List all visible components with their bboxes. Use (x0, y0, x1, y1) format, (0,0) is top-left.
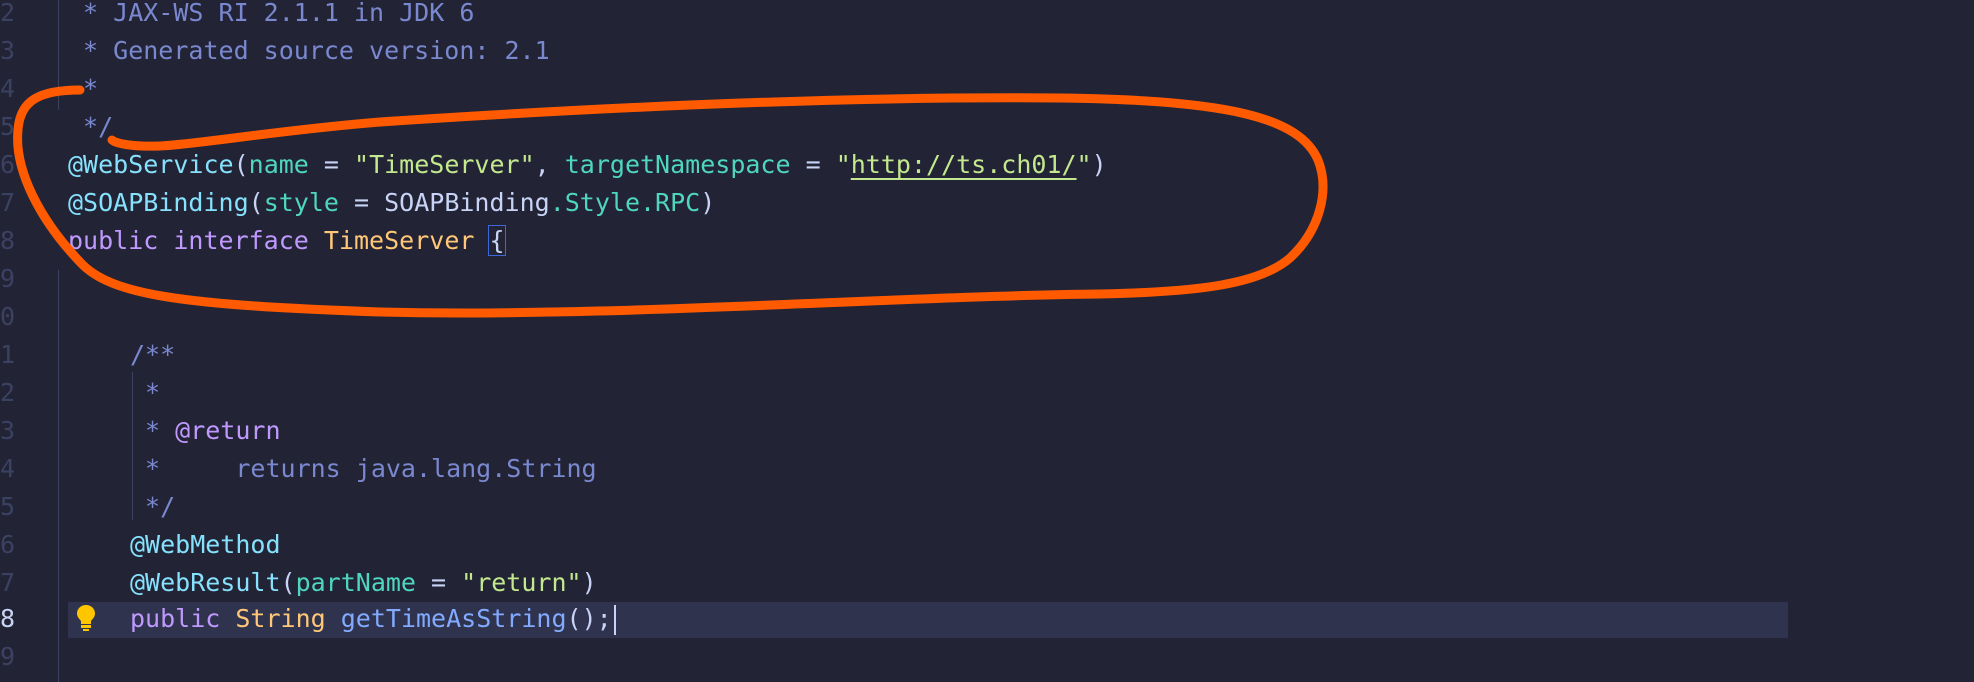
punctuation: ) (700, 188, 716, 217)
line-number: 9 (0, 642, 16, 671)
punctuation: ) (581, 568, 597, 597)
code-line[interactable]: 9 (0, 260, 1974, 298)
code-line[interactable]: 1 /** (0, 336, 1974, 374)
code-line[interactable]: 6 @WebMethod (0, 526, 1974, 564)
attribute-token: targetNamespace (564, 150, 791, 179)
brace-match: { (488, 225, 506, 256)
code-text: public interface TimeServer { (68, 222, 506, 260)
line-number: 1 (0, 340, 16, 369)
keyword-token: public (68, 226, 159, 255)
code-line[interactable]: 7 @WebResult(partName = "return") (0, 564, 1974, 602)
code-line[interactable]: 6 @WebService(name = "TimeServer", targe… (0, 146, 1974, 184)
text-cursor (613, 605, 616, 635)
code-line[interactable]: 3 * Generated source version: 2.1 (0, 32, 1974, 70)
attribute-token: style (263, 188, 339, 217)
comment-text: * JAX-WS RI 2.1.1 in JDK 6 (68, 0, 475, 27)
comment-text: * returns java.lang.String (130, 450, 597, 488)
attribute-token: name (248, 150, 309, 179)
line-number: 4 (0, 454, 16, 483)
line-number: 6 (0, 150, 16, 179)
comment-text: * Generated source version: 2.1 (68, 36, 550, 65)
code-line[interactable]: 2 * (0, 374, 1974, 412)
string-token: " (1076, 150, 1092, 179)
code-text: * @return (130, 412, 281, 450)
line-number: 0 (0, 302, 16, 331)
code-line[interactable]: 4 * (0, 70, 1974, 108)
comment-text: * (130, 378, 161, 407)
line-number: 7 (0, 188, 16, 217)
line-number: 4 (0, 74, 16, 103)
code-line[interactable]: 9 (0, 638, 1974, 676)
enum-token: .Style.RPC (549, 188, 701, 217)
punctuation: = (308, 150, 355, 179)
type-token: String (235, 604, 326, 633)
code-text: @WebService(name = "TimeServer", targetN… (68, 146, 1107, 184)
javadoc-tag: @return (175, 416, 281, 445)
comment-text: * (68, 74, 99, 103)
line-number: 9 (0, 264, 16, 293)
string-token: "return" (461, 568, 582, 597)
annotation-token: @WebMethod (130, 530, 281, 559)
line-number: 3 (0, 416, 16, 445)
comment-text: returns java.lang.String (235, 454, 597, 483)
type-token: TimeServer (323, 226, 475, 255)
code-line[interactable]: 0 (0, 298, 1974, 336)
code-text: @SOAPBinding(style = SOAPBinding.Style.R… (68, 184, 715, 222)
annotation-token: @WebResult (130, 568, 281, 597)
code-editor[interactable]: 2 * JAX-WS RI 2.1.1 in JDK 6 3 * Generat… (0, 0, 1974, 682)
code-line[interactable]: 5 */ (0, 108, 1974, 146)
line-number: 6 (0, 530, 16, 559)
code-text: public String getTimeAsString(); (130, 600, 616, 638)
code-line[interactable]: 8 public interface TimeServer { (0, 222, 1974, 260)
comment-text: * (130, 416, 176, 445)
punctuation: ( (233, 150, 249, 179)
code-line-current[interactable]: 8 public String getTimeAsString(); (0, 600, 1974, 638)
attribute-token: partName (295, 568, 416, 597)
line-number: 2 (0, 0, 16, 27)
code-line[interactable]: 4 * returns java.lang.String (0, 450, 1974, 488)
comment-text: */ (68, 112, 114, 141)
line-number: 5 (0, 112, 16, 141)
string-token: " (835, 150, 851, 179)
lightbulb-icon[interactable] (76, 604, 96, 632)
annotation-token: @WebService (68, 150, 234, 179)
punctuation: ( (280, 568, 296, 597)
line-number: 8 (0, 226, 16, 255)
annotation-token: @SOAPBinding (68, 188, 249, 217)
code-line[interactable]: 7 @SOAPBinding(style = SOAPBinding.Style… (0, 184, 1974, 222)
line-number: 3 (0, 36, 16, 65)
punctuation: , (534, 150, 565, 179)
punctuation: = (338, 188, 385, 217)
punctuation: ) (1091, 150, 1107, 179)
code-line[interactable]: 2 * JAX-WS RI 2.1.1 in JDK 6 (0, 0, 1974, 32)
line-number: 5 (0, 492, 16, 521)
code-line[interactable]: 5 */ (0, 488, 1974, 526)
comment-text: */ (130, 492, 176, 521)
punctuation: = (790, 150, 836, 179)
string-token: "TimeServer" (354, 150, 535, 179)
keyword-token: interface (173, 226, 309, 255)
method-token: getTimeAsString (340, 604, 567, 633)
class-token: SOAPBinding (384, 188, 550, 217)
punctuation: ( (248, 188, 264, 217)
comment-text: /** (130, 340, 176, 369)
punctuation: (); (566, 604, 612, 633)
code-text: @WebResult(partName = "return") (130, 564, 597, 602)
code-line[interactable]: 3 * @return (0, 412, 1974, 450)
punctuation: = (416, 568, 462, 597)
line-number: 2 (0, 378, 16, 407)
line-number: 8 (0, 604, 16, 633)
keyword-token: public (130, 604, 221, 633)
comment-text: * (130, 454, 236, 483)
line-number: 7 (0, 568, 16, 597)
url-link[interactable]: http://ts.ch01/ (851, 150, 1077, 179)
